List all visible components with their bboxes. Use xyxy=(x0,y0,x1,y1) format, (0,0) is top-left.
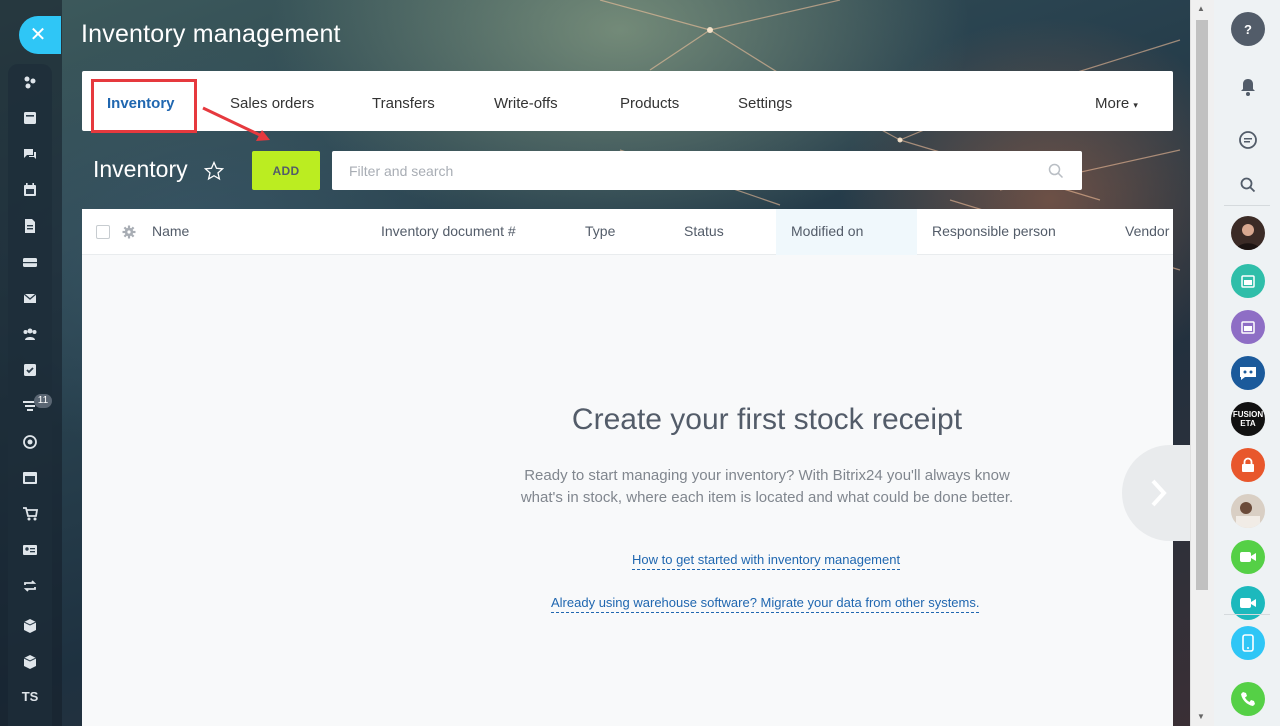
tab-write-offs[interactable]: Write-offs xyxy=(494,71,558,131)
phone-icon[interactable] xyxy=(1231,682,1265,716)
avatar[interactable]: FUSION ETA xyxy=(1231,402,1265,436)
menu-chat-icon[interactable] xyxy=(8,136,52,172)
inventory-grid: Name Inventory document # Type Status Mo… xyxy=(82,209,1192,726)
notifications-bell-icon[interactable] xyxy=(1231,70,1265,104)
search-icon[interactable] xyxy=(1231,168,1265,202)
chevron-right-icon xyxy=(1151,479,1167,507)
user-initials: TS xyxy=(21,688,39,704)
menu-feed-icon[interactable] xyxy=(8,64,52,100)
close-icon: ✕ xyxy=(29,24,47,46)
column-responsible-person[interactable]: Responsible person xyxy=(932,209,1056,255)
left-sidebar: ✕ TS 11 xyxy=(0,0,62,726)
chevron-down-icon: ▾ xyxy=(1133,100,1138,110)
menu-groups-icon[interactable] xyxy=(8,316,52,352)
user-initials-button[interactable]: TS xyxy=(8,678,52,714)
column-inventory-document[interactable]: Inventory document # xyxy=(381,209,516,255)
toolbar-title: Inventory xyxy=(93,156,188,182)
search-icon[interactable] xyxy=(1048,163,1064,179)
lock-icon[interactable] xyxy=(1231,448,1265,482)
add-button[interactable]: ADD xyxy=(252,151,320,190)
mobile-app-icon[interactable] xyxy=(1231,626,1265,660)
gear-icon[interactable] xyxy=(122,225,136,239)
menu-tasks-icon[interactable] xyxy=(8,100,52,136)
menu-cart-icon[interactable] xyxy=(8,496,52,532)
group-chat-icon[interactable] xyxy=(1231,356,1265,390)
scroll-up-icon[interactable]: ▲ xyxy=(1197,4,1205,13)
avatar[interactable] xyxy=(1231,216,1265,250)
menu-sync-icon[interactable] xyxy=(8,568,52,604)
tab-highlight-box xyxy=(91,79,197,133)
menu-checklist-icon[interactable] xyxy=(8,352,52,388)
select-all-checkbox[interactable] xyxy=(96,225,110,239)
favorite-star-icon[interactable] xyxy=(204,161,224,181)
column-name[interactable]: Name xyxy=(152,209,189,255)
tab-products[interactable]: Products xyxy=(620,71,679,131)
calendar-chat-icon[interactable] xyxy=(1231,310,1265,344)
empty-state-text: Ready to start managing your inventory? … xyxy=(520,467,1014,506)
menu-mail-icon[interactable] xyxy=(8,280,52,316)
migrate-data-link[interactable]: Already using warehouse software? Migrat… xyxy=(551,595,980,613)
column-status[interactable]: Status xyxy=(684,209,724,255)
menu-box-icon[interactable] xyxy=(8,608,52,644)
avatar[interactable] xyxy=(1231,494,1265,528)
funnel-count-badge: 11 xyxy=(34,394,52,408)
menu-sites-icon[interactable] xyxy=(8,460,52,496)
grid-header: Name Inventory document # Type Status Mo… xyxy=(82,209,1173,255)
menu-target-icon[interactable] xyxy=(8,424,52,460)
empty-state-title: Create your first stock receipt xyxy=(571,403,963,436)
right-sidebar: ? FUSION ETA xyxy=(1214,0,1280,726)
scroll-thumb[interactable] xyxy=(1196,20,1208,590)
help-icon[interactable]: ? xyxy=(1231,12,1265,46)
divider xyxy=(1224,205,1270,206)
messenger-icon[interactable] xyxy=(1231,123,1265,157)
menu-box-icon[interactable] xyxy=(8,644,52,680)
calendar-chat-icon[interactable] xyxy=(1231,264,1265,298)
tab-settings[interactable]: Settings xyxy=(738,71,792,131)
tab-more-label: More xyxy=(1095,95,1130,112)
get-started-link[interactable]: How to get started with inventory manage… xyxy=(632,552,901,570)
page-title: Inventory management xyxy=(81,20,341,48)
menu-calendar-icon[interactable] xyxy=(8,172,52,208)
column-type[interactable]: Type xyxy=(585,209,615,255)
tab-transfers[interactable]: Transfers xyxy=(372,71,435,131)
video-call-icon[interactable] xyxy=(1231,540,1265,574)
menu-contact-card-icon[interactable] xyxy=(8,532,52,568)
close-slider-button[interactable]: ✕ xyxy=(19,16,61,54)
menu-documents-icon[interactable] xyxy=(8,208,52,244)
column-modified-on[interactable]: Modified on xyxy=(776,209,917,255)
scroll-down-icon[interactable]: ▼ xyxy=(1197,712,1205,721)
next-slide-button[interactable] xyxy=(1122,445,1192,541)
filter-search-input[interactable] xyxy=(332,151,1082,190)
annotation-arrow-icon xyxy=(202,106,270,141)
page-scrollbar[interactable]: ▲ ▼ xyxy=(1190,0,1214,726)
tab-more[interactable]: More ▾ xyxy=(1095,71,1138,131)
divider xyxy=(1224,614,1270,615)
menu-drive-icon[interactable] xyxy=(8,244,52,280)
avatar-text: FUSION ETA xyxy=(1232,410,1264,428)
column-vendor[interactable]: Vendor xyxy=(1125,209,1169,255)
